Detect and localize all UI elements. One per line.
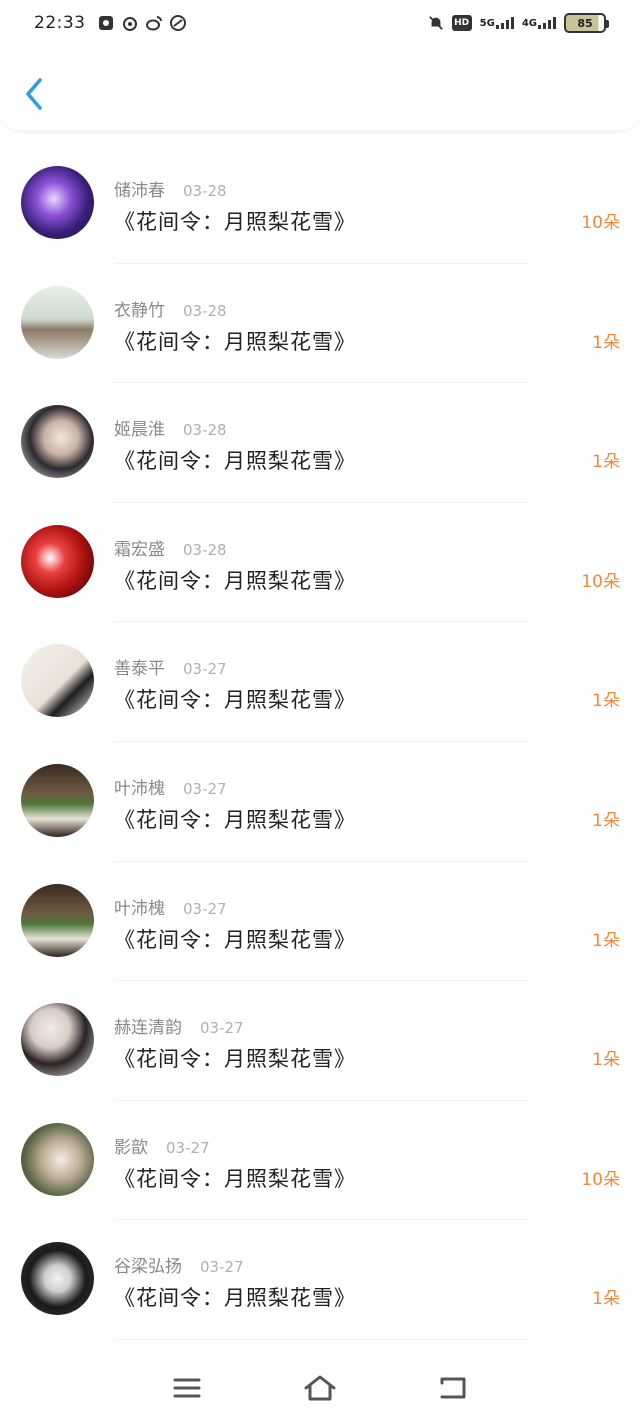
list-item-meta: 赫连清韵 03-27 xyxy=(114,1013,244,1038)
item-title: 《花间令：月照梨花雪》 xyxy=(114,210,356,234)
user-name: 影歆 xyxy=(114,1137,148,1158)
item-date: 03-28 xyxy=(183,301,227,320)
battery-icon: 85 xyxy=(564,13,609,33)
item-title: 《花间令：月照梨花雪》 xyxy=(114,449,356,474)
flower-count: 1朵 xyxy=(592,1050,620,1071)
home-icon xyxy=(304,1375,336,1401)
flower-count: 1朵 xyxy=(592,810,620,831)
status-bar: 22:33 HD 5G 4G 85 xyxy=(0,0,640,46)
weibo-icon xyxy=(122,15,138,31)
item-date: 03-27 xyxy=(166,1138,210,1157)
list-item[interactable]: 叶沛槐 03-27 《花间令：月照梨花雪》 1朵 xyxy=(0,742,640,862)
status-left-icons xyxy=(98,15,186,31)
flower-count: 1朵 xyxy=(592,452,620,473)
avatar[interactable] xyxy=(21,405,94,479)
list-item-meta: 善泰平 03-27 xyxy=(114,654,227,679)
user-name: 衣静竹 xyxy=(114,300,165,321)
user-name: 谷梁弘扬 xyxy=(114,1257,182,1278)
flower-count: 10朵 xyxy=(581,213,620,233)
item-title: 《花间令：月照梨花雪》 xyxy=(114,1286,356,1311)
back-icon xyxy=(440,1377,466,1399)
avatar[interactable] xyxy=(21,166,94,239)
user-name: 储沛春 xyxy=(114,181,165,201)
back-button[interactable] xyxy=(22,76,46,112)
list-item[interactable]: 谷梁弘扬 03-27 《花间令：月照梨花雪》 1朵 xyxy=(0,1220,640,1340)
hd-icon: HD xyxy=(451,15,472,31)
item-title: 《花间令：月照梨花雪》 xyxy=(114,1047,356,1072)
signal-5g: 5G xyxy=(480,17,514,29)
item-title: 《花间令：月照梨花雪》 xyxy=(114,688,356,713)
link-icon xyxy=(169,15,186,31)
back-nav-button[interactable] xyxy=(433,1368,473,1408)
user-name: 霜宏盛 xyxy=(114,539,165,560)
header-bar xyxy=(0,46,640,130)
avatar[interactable] xyxy=(21,1242,94,1316)
list-item-meta: 谷梁弘扬 03-27 xyxy=(114,1252,244,1277)
list-item-meta: 叶沛槐 03-27 xyxy=(114,774,227,799)
item-title: 《花间令：月照梨花雪》 xyxy=(114,329,356,354)
list-item[interactable]: 影歆 03-27 《花间令：月照梨花雪》 10朵 xyxy=(0,1101,640,1221)
user-name: 叶沛槐 xyxy=(114,778,165,799)
flower-count: 10朵 xyxy=(581,571,620,592)
avatar[interactable] xyxy=(21,763,94,837)
status-right: HD 5G 4G 85 xyxy=(428,13,609,33)
user-name: 赫连清韵 xyxy=(114,1018,182,1039)
gift-list: 储沛春 03-28 《花间令：月照梨花雪》 10朵 衣静竹 03-28 《花间令… xyxy=(0,144,640,1340)
list-item[interactable]: 储沛春 03-28 《花间令：月照梨花雪》 10朵 xyxy=(0,144,640,264)
flower-count: 1朵 xyxy=(592,1289,620,1310)
list-item[interactable]: 善泰平 03-27 《花间令：月照梨花雪》 1朵 xyxy=(0,622,640,742)
avatar[interactable] xyxy=(21,883,94,957)
mute-icon xyxy=(428,15,444,31)
flower-count: 1朵 xyxy=(592,332,620,353)
signal-5g-label: 5G xyxy=(479,18,495,29)
list-item-meta: 衣静竹 03-28 xyxy=(114,296,227,321)
menu-button[interactable] xyxy=(167,1368,207,1408)
list-item-meta: 影歆 03-27 xyxy=(114,1133,210,1158)
list-item[interactable]: 衣静竹 03-28 《花间令：月照梨花雪》 1朵 xyxy=(0,264,640,384)
user-name: 姬晨淮 xyxy=(114,420,165,441)
item-date: 03-28 xyxy=(183,540,227,559)
weibo-icon xyxy=(145,15,162,31)
avatar[interactable] xyxy=(21,285,94,359)
list-item-meta: 霜宏盛 03-28 xyxy=(114,535,227,560)
item-title: 《花间令：月照梨花雪》 xyxy=(114,1166,356,1191)
item-title: 《花间令：月照梨花雪》 xyxy=(114,927,356,952)
list-item-meta: 储沛春 03-28 xyxy=(114,176,227,201)
divider xyxy=(114,1338,528,1340)
list-item-meta: 姬晨淮 03-28 xyxy=(114,415,227,440)
home-button[interactable] xyxy=(300,1368,340,1408)
item-date: 03-27 xyxy=(183,899,227,918)
list-item[interactable]: 姬晨淮 03-28 《花间令：月照梨花雪》 1朵 xyxy=(0,383,640,503)
flower-count: 1朵 xyxy=(592,930,620,951)
item-date: 03-27 xyxy=(200,1258,244,1277)
app-icon xyxy=(98,15,114,31)
status-time: 22:33 xyxy=(34,13,86,33)
item-date: 03-28 xyxy=(183,421,227,440)
item-date: 03-27 xyxy=(200,1019,244,1038)
list-item-meta: 叶沛槐 03-27 xyxy=(114,894,227,919)
signal-4g-label: 4G xyxy=(521,18,537,29)
user-name: 善泰平 xyxy=(114,659,165,680)
user-name: 叶沛槐 xyxy=(114,898,165,919)
battery-level: 85 xyxy=(577,16,593,30)
list-item[interactable]: 霜宏盛 03-28 《花间令：月照梨花雪》 10朵 xyxy=(0,503,640,623)
flower-count: 1朵 xyxy=(592,691,620,712)
avatar[interactable] xyxy=(21,1122,94,1196)
item-title: 《花间令：月照梨花雪》 xyxy=(114,568,356,593)
item-date: 03-28 xyxy=(183,182,227,200)
list-item[interactable]: 叶沛槐 03-27 《花间令：月照梨花雪》 1朵 xyxy=(0,862,640,982)
avatar[interactable] xyxy=(21,1003,94,1077)
item-date: 03-27 xyxy=(183,779,227,798)
list-item[interactable]: 赫连清韵 03-27 《花间令：月照梨花雪》 1朵 xyxy=(0,981,640,1101)
menu-icon xyxy=(173,1378,201,1398)
item-date: 03-27 xyxy=(183,660,227,679)
avatar[interactable] xyxy=(21,644,94,718)
flower-count: 10朵 xyxy=(581,1169,620,1190)
system-nav-bar xyxy=(0,1353,640,1423)
page: 22:33 HD 5G 4G 85 储沛春 03-28 《花间令：月照梨花雪》 … xyxy=(0,0,640,1423)
item-title: 《花间令：月照梨花雪》 xyxy=(114,807,356,832)
signal-4g: 4G xyxy=(522,17,556,29)
chevron-left-icon xyxy=(26,78,42,110)
avatar[interactable] xyxy=(21,524,94,598)
